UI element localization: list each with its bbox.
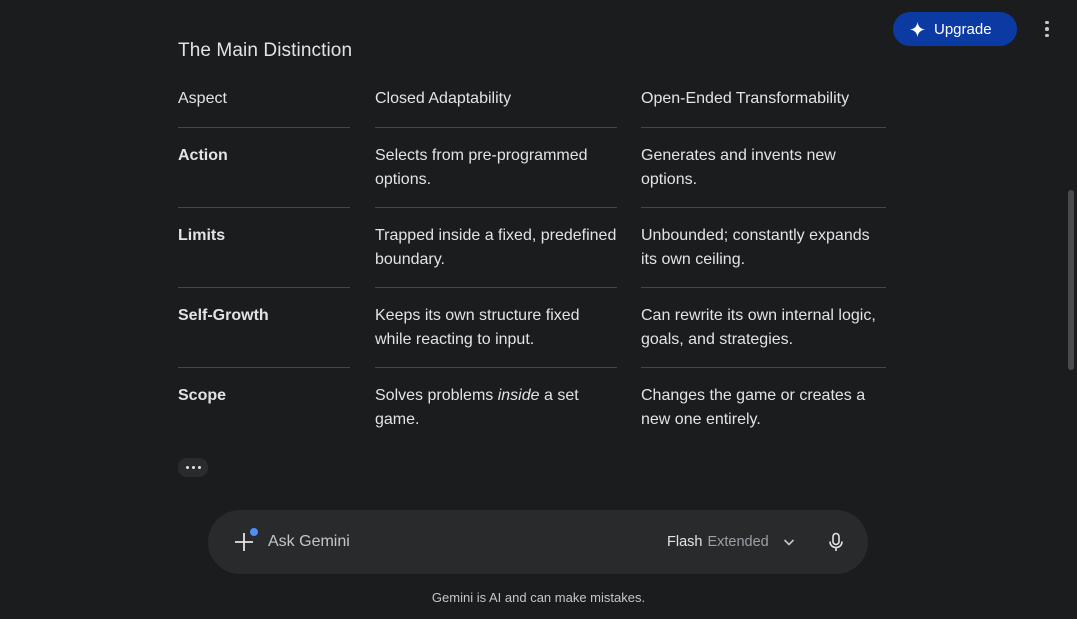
divider [375, 207, 617, 208]
row-aspect-label: Self-Growth [178, 307, 269, 324]
divider [641, 287, 886, 288]
row-aspect-label: Scope [178, 387, 227, 404]
open-cell: Can rewrite its own internal logic, goal… [641, 307, 876, 348]
divider [178, 127, 350, 128]
column-header-open: Open-Ended Transformability [641, 90, 850, 107]
divider [375, 127, 617, 128]
divider [178, 287, 350, 288]
more-vert-icon[interactable] [1036, 17, 1058, 41]
row-aspect-label: Limits [178, 227, 226, 244]
disclaimer-text: Gemini is AI and can make mistakes. [431, 590, 646, 605]
model-name: Flash [667, 534, 703, 550]
closed-cell: Trapped inside a fixed, predefined bound… [375, 227, 617, 268]
divider [178, 207, 350, 208]
open-cell: Changes the game or creates a new one en… [641, 387, 866, 428]
chevron-down-icon [781, 534, 797, 550]
open-cell: Generates and invents new options. [641, 147, 836, 188]
column-header-aspect: Aspect [178, 90, 227, 107]
model-mode: Extended [707, 534, 769, 550]
upgrade-label: Upgrade [934, 20, 992, 38]
section-title: The Main Distinction [178, 40, 353, 61]
row-aspect-label: Action [178, 147, 228, 164]
divider [178, 367, 350, 368]
closed-text-before: Solves problems [375, 387, 498, 404]
closed-cell: Keeps its own structure fixed while reac… [375, 307, 580, 348]
closed-cell: Selects from pre-programmed options. [375, 147, 588, 188]
divider [375, 287, 617, 288]
closed-cell: Solves problems inside a set game. [375, 384, 617, 432]
open-cell: Unbounded; constantly expands its own ce… [641, 227, 870, 268]
sparkle-icon [909, 21, 926, 38]
closed-text-italic: inside [497, 387, 540, 404]
divider [641, 367, 886, 368]
scrollbar-thumb[interactable] [1068, 190, 1074, 370]
notification-dot [250, 528, 258, 536]
prompt-input[interactable] [268, 530, 628, 554]
divider [641, 127, 886, 128]
prompt-composer: Flash Extended [208, 510, 868, 574]
upgrade-button[interactable]: Upgrade [893, 12, 1017, 46]
more-horiz-icon[interactable] [178, 458, 208, 477]
gemini-chat-page: Upgrade The Main Distinction Aspect Clos… [0, 0, 1077, 619]
column-header-closed: Closed Adaptability [375, 90, 512, 107]
model-selector[interactable]: Flash Extended [667, 530, 797, 554]
divider [641, 207, 886, 208]
mic-icon[interactable] [826, 530, 846, 554]
divider [375, 367, 617, 368]
